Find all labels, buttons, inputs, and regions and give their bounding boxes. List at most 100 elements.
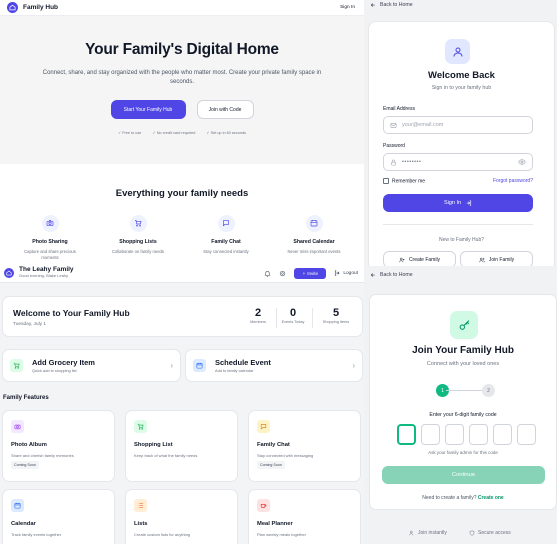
welcome-date: Tuesday, July 1 — [13, 322, 47, 327]
feature-title: Lists — [134, 521, 148, 527]
join-subtitle: Connect with your loved ones — [426, 361, 500, 367]
brand-name: Family Hub — [23, 4, 59, 11]
arrow-left-icon — [370, 2, 376, 8]
stat-label: Members — [250, 320, 266, 324]
stat-events: 0 Events Today — [273, 307, 313, 324]
feature-desc: Stay connected instantly — [203, 249, 249, 254]
join-card: Join Your Family Hub Connect with your l… — [369, 294, 557, 510]
header-actions: + Invite Logout — [264, 267, 358, 279]
feature-desc: Keep track of what the family needs — [134, 453, 198, 458]
invite-button[interactable]: + Invite — [294, 267, 327, 279]
login-arrow-icon — [466, 200, 472, 206]
logout-icon — [334, 270, 340, 276]
sign-in-button[interactable]: Sign In — [383, 194, 533, 212]
sign-in-label: Sign In — [443, 200, 462, 206]
start-family-hub-button[interactable]: Start Your Family Hub — [110, 100, 186, 119]
add-grocery-action[interactable]: Add Grocery Item Quick add to shopping l… — [2, 349, 181, 382]
create-prompt: Need to create a family? Create one — [370, 495, 556, 501]
join-family-button[interactable]: Join Family — [460, 251, 533, 266]
join-with-code-button[interactable]: Join with Code — [196, 100, 254, 119]
feature-title: Photo Album — [11, 442, 47, 448]
gear-icon[interactable] — [279, 270, 286, 277]
feature-lists[interactable]: Lists Create custom lists for anything — [125, 489, 238, 544]
code-digit-input[interactable] — [493, 424, 512, 445]
feature-calendar[interactable]: Calendar Track family events together — [2, 489, 115, 544]
stat-shopping: 5 Shopping Items — [316, 307, 356, 324]
create-family-button[interactable]: Create Family — [383, 251, 456, 266]
hero-subtitle: Connect, share, and stay organized with … — [42, 70, 322, 85]
create-family-label: Create Family — [408, 256, 441, 263]
landing-panel: Family Hub Sign In Your Family's Digital… — [0, 0, 364, 264]
feature-desc: Capture and share precious moments — [24, 249, 76, 260]
landing-brand[interactable]: Family Hub — [7, 2, 58, 13]
feature-desc: Plan weekly meals together — [257, 532, 306, 537]
feature-family-chat[interactable]: Family Chat Stay connected with messagin… — [248, 410, 361, 482]
login-subtitle: Sign in to your family hub — [431, 85, 492, 91]
perk-item: No credit card required — [152, 130, 196, 135]
feature-shopping-list[interactable]: Shopping List Keep track of what the fam… — [125, 410, 238, 482]
feature-title: Shopping Lists — [119, 239, 157, 245]
back-label: Back to Home — [380, 2, 413, 8]
join-panel: Back to Home Join Your Family Hub Connec… — [364, 266, 557, 544]
stat-value: 5 — [332, 307, 340, 319]
code-digit-input[interactable] — [421, 424, 440, 445]
email-field[interactable]: your@email.com — [383, 116, 533, 134]
stat-value: 2 — [254, 307, 262, 319]
eye-icon[interactable] — [518, 158, 526, 166]
create-one-link[interactable]: Create one — [478, 495, 504, 501]
lock-icon — [390, 159, 397, 166]
code-digit-input[interactable] — [469, 424, 488, 445]
password-label: Password — [383, 143, 405, 149]
feature-desc: Stay connected with messaging — [257, 453, 314, 458]
stat-members: 2 Members — [238, 307, 278, 324]
code-digit-input[interactable] — [517, 424, 536, 445]
need-prompt-text: Need to create a family? — [422, 495, 477, 501]
feature-desc: Collaborate on family needs — [112, 249, 164, 254]
bell-icon[interactable] — [264, 270, 271, 277]
camera-icon — [41, 214, 59, 232]
feature-desc: Track family events together — [11, 532, 62, 537]
password-field[interactable]: •••••••• — [383, 153, 533, 171]
coming-soon-badge: Coming Soon — [257, 461, 285, 469]
sign-in-link[interactable]: Sign In — [340, 5, 355, 10]
feature-title: Family Chat — [211, 239, 241, 245]
secure-access-note: Secure access — [469, 530, 511, 536]
feature-desc: Never miss important events — [287, 249, 341, 254]
greeting: Good evening, Blake Leahy — [19, 273, 69, 279]
footer-left-text: Join instantly — [418, 530, 447, 536]
feature-card: Family Chat Stay connected instantly — [182, 214, 270, 261]
remember-me-checkbox[interactable]: Remember me — [383, 178, 425, 184]
code-label: Enter your 6-digit family code — [429, 412, 497, 418]
step-connector — [446, 390, 482, 391]
hero-ctas: Start Your Family Hub Join with Code — [0, 100, 364, 119]
feature-photo-album[interactable]: Photo Album Share and cherish family mem… — [2, 410, 115, 482]
feature-meal-planner[interactable]: Meal Planner Plan weekly meals together — [248, 489, 361, 544]
shield-icon — [469, 530, 475, 536]
landing-navbar: Family Hub Sign In — [0, 0, 364, 16]
calendar-icon — [193, 359, 206, 372]
back-to-home-link[interactable]: Back to Home — [370, 2, 413, 8]
code-digit-input[interactable] — [397, 424, 416, 445]
cart-icon — [10, 359, 23, 372]
home-logo-icon — [4, 268, 14, 278]
feature-title: Shared Calendar — [293, 239, 335, 245]
feature-title: Family Chat — [257, 442, 290, 448]
continue-button[interactable]: Continue — [382, 466, 545, 484]
feature-card: Shopping Lists Collaborate on family nee… — [94, 214, 182, 261]
users-icon — [479, 257, 485, 263]
stat-divider — [312, 308, 313, 328]
back-to-home-link[interactable]: Back to Home — [370, 272, 413, 278]
invite-label: Invite — [307, 270, 319, 276]
cart-icon — [129, 214, 147, 232]
login-panel: Back to Home Welcome Back Sign in to you… — [364, 0, 557, 266]
arrow-left-icon — [370, 272, 376, 278]
logout-button[interactable]: Logout — [334, 270, 358, 276]
logout-label: Logout — [343, 270, 358, 276]
forgot-password-link[interactable]: Forgot password? — [493, 178, 533, 184]
coming-soon-badge: Coming Soon — [11, 461, 39, 469]
code-digit-input[interactable] — [445, 424, 464, 445]
remember-label: Remember me — [392, 178, 426, 185]
action-desc: Add to family calendar — [215, 367, 254, 373]
checkbox-box[interactable] — [383, 178, 389, 184]
schedule-event-action[interactable]: Schedule Event Add to family calendar › — [185, 349, 363, 382]
